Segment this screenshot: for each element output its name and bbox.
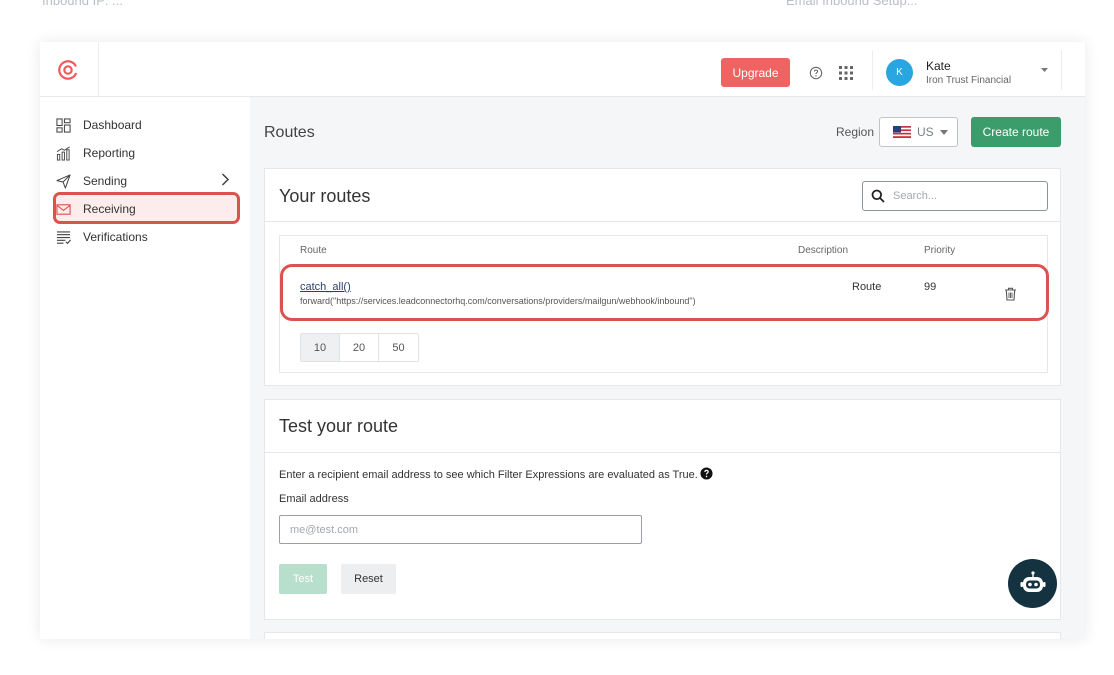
help-circle-icon[interactable] (809, 66, 823, 80)
column-header-route: Route (300, 245, 327, 256)
top-strip: Inbound IP: ... Email Inbound Setup... (0, 0, 1114, 12)
column-header-priority: Priority (924, 245, 956, 256)
user-org: Iron Trust Financial (926, 75, 1012, 86)
us-flag-icon (893, 126, 911, 138)
header-divider (872, 50, 873, 90)
card-divider (265, 221, 1060, 222)
sidebar-item-reporting[interactable]: Reporting (56, 143, 135, 163)
chevron-down-icon[interactable] (1040, 67, 1049, 73)
routes-card-title: Your routes (279, 186, 371, 206)
top-header: Upgrade K Kate Iron Trust Financial (40, 42, 1085, 97)
test-description-text: Enter a recipient email address to see w… (279, 469, 698, 481)
route-description: Route (852, 281, 882, 293)
robot-icon (1020, 570, 1045, 592)
test-card-title: Test your route (279, 416, 399, 436)
header-divider (98, 42, 99, 97)
search-icon (871, 189, 885, 203)
chatbot-button[interactable] (1008, 559, 1057, 608)
dashboard-icon (56, 117, 71, 133)
test-route-card: Test your route Enter a recipient email … (264, 399, 1061, 620)
page-size-option[interactable]: 10 (301, 334, 340, 361)
header-divider (1061, 50, 1062, 90)
page-size-option[interactable]: 20 (340, 334, 379, 361)
sidebar-item-sending[interactable]: Sending (56, 171, 127, 191)
sidebar-item-label: Sending (83, 174, 128, 188)
search-input[interactable] (893, 190, 1033, 202)
test-description: Enter a recipient email address to see w… (279, 466, 713, 481)
top-strip-left-text: Inbound IP: ... (42, 0, 123, 8)
column-header-description: Description (798, 245, 849, 256)
upgrade-button[interactable]: Upgrade (721, 58, 790, 87)
email-field[interactable] (279, 515, 642, 544)
chevron-right-icon[interactable] (221, 173, 230, 186)
card-divider (265, 452, 1060, 453)
email-label: Email address (279, 493, 349, 505)
list-check-icon (56, 230, 71, 244)
test-button[interactable]: Test (279, 564, 327, 594)
avatar[interactable]: K (886, 59, 913, 86)
search-field[interactable] (862, 181, 1048, 211)
chart-icon (56, 146, 70, 161)
route-action-text: forward("https://services.leadconnectorh… (300, 296, 696, 306)
sidebar-item-verifications[interactable]: Verifications (56, 227, 148, 247)
page-size-selector: 10 20 50 (300, 333, 419, 362)
route-expression-link[interactable]: catch_all() (300, 281, 351, 293)
create-route-button[interactable]: Create route (971, 117, 1061, 147)
sidebar-item-label: Dashboard (83, 118, 142, 132)
routes-card: Your routes Route Description Priority c… (264, 168, 1061, 386)
route-priority: 99 (924, 281, 937, 293)
app-frame: Upgrade K Kate Iron Trust Financial Dash… (40, 42, 1085, 639)
page-size-option[interactable]: 50 (379, 334, 418, 361)
sidebar-item-label: Receiving (83, 202, 136, 216)
send-icon (56, 173, 71, 189)
region-label: Region (836, 125, 875, 139)
envelope-icon (56, 203, 71, 215)
trash-icon[interactable] (1004, 287, 1017, 301)
region-value: US (917, 125, 934, 139)
routes-table: Route Description Priority catch_all() f… (279, 235, 1049, 373)
chevron-down-icon (939, 129, 948, 135)
sidebar-item-label: Reporting (83, 146, 136, 160)
at-sign-icon[interactable] (57, 59, 79, 81)
region-select[interactable]: US (879, 117, 958, 147)
grid-icon[interactable] (839, 66, 853, 80)
sidebar: Dashboard Reporting Sending Receiving Ve… (40, 97, 250, 639)
sidebar-item-dashboard[interactable]: Dashboard (56, 115, 142, 135)
user-name[interactable]: Kate (926, 59, 951, 73)
reset-button[interactable]: Reset (341, 564, 396, 594)
question-icon[interactable] (700, 466, 713, 480)
top-strip-right-text: Email Inbound Setup... (786, 0, 918, 8)
next-card-partial (264, 632, 1061, 639)
sidebar-item-label: Verifications (83, 230, 148, 244)
sidebar-item-receiving[interactable]: Receiving (56, 199, 136, 219)
page-title: Routes (264, 124, 315, 141)
